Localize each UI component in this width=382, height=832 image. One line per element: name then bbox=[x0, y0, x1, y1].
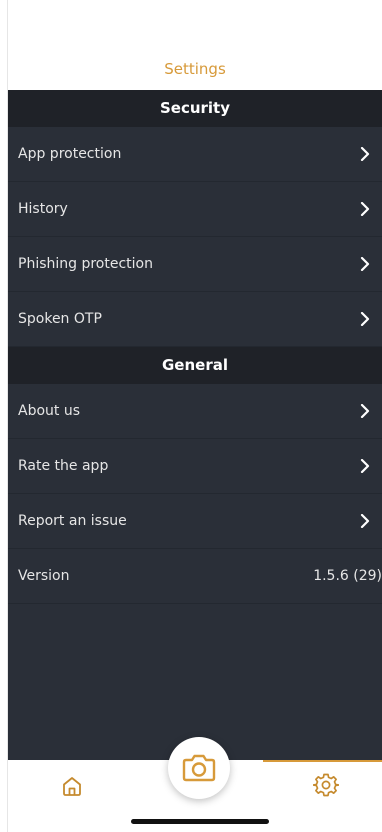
row-label: Report an issue bbox=[18, 513, 127, 529]
camera-icon bbox=[182, 754, 216, 782]
chevron-right-icon bbox=[360, 202, 370, 216]
gear-icon[interactable] bbox=[313, 772, 339, 798]
settings-row-rate-the-app[interactable]: Rate the app bbox=[8, 439, 382, 494]
row-label: Phishing protection bbox=[18, 256, 153, 272]
chevron-right-icon bbox=[360, 404, 370, 418]
chevron-right-icon bbox=[360, 147, 370, 161]
section-header-security: Security bbox=[8, 90, 382, 127]
top-header: Settings bbox=[8, 0, 382, 90]
section-header-general: General bbox=[8, 347, 382, 384]
scan-camera-button[interactable] bbox=[168, 737, 230, 799]
row-label: App protection bbox=[18, 146, 122, 162]
settings-row-version: Version 1.5.6 (29) bbox=[8, 549, 382, 604]
settings-row-report-an-issue[interactable]: Report an issue bbox=[8, 494, 382, 549]
settings-row-about-us[interactable]: About us bbox=[8, 384, 382, 439]
version-label: Version bbox=[18, 568, 70, 584]
chevron-right-icon bbox=[360, 459, 370, 473]
settings-row-app-protection[interactable]: App protection bbox=[8, 127, 382, 182]
home-indicator bbox=[131, 819, 269, 824]
settings-row-phishing-protection[interactable]: Phishing protection bbox=[8, 237, 382, 292]
page-title: Settings bbox=[164, 60, 226, 78]
version-value: 1.5.6 (29) bbox=[313, 568, 382, 584]
settings-row-history[interactable]: History bbox=[8, 182, 382, 237]
app-frame: Settings Security App protection History… bbox=[7, 0, 382, 832]
row-label: Spoken OTP bbox=[18, 311, 102, 327]
row-label: About us bbox=[18, 403, 81, 419]
row-label: History bbox=[18, 201, 68, 217]
chevron-right-icon bbox=[360, 257, 370, 271]
settings-list: Security App protection History Phishing… bbox=[8, 90, 382, 760]
active-tab-indicator bbox=[263, 760, 382, 762]
home-icon[interactable] bbox=[60, 774, 84, 798]
chevron-right-icon bbox=[360, 312, 370, 326]
chevron-right-icon bbox=[360, 514, 370, 528]
settings-row-spoken-otp[interactable]: Spoken OTP bbox=[8, 292, 382, 347]
row-label: Rate the app bbox=[18, 458, 109, 474]
